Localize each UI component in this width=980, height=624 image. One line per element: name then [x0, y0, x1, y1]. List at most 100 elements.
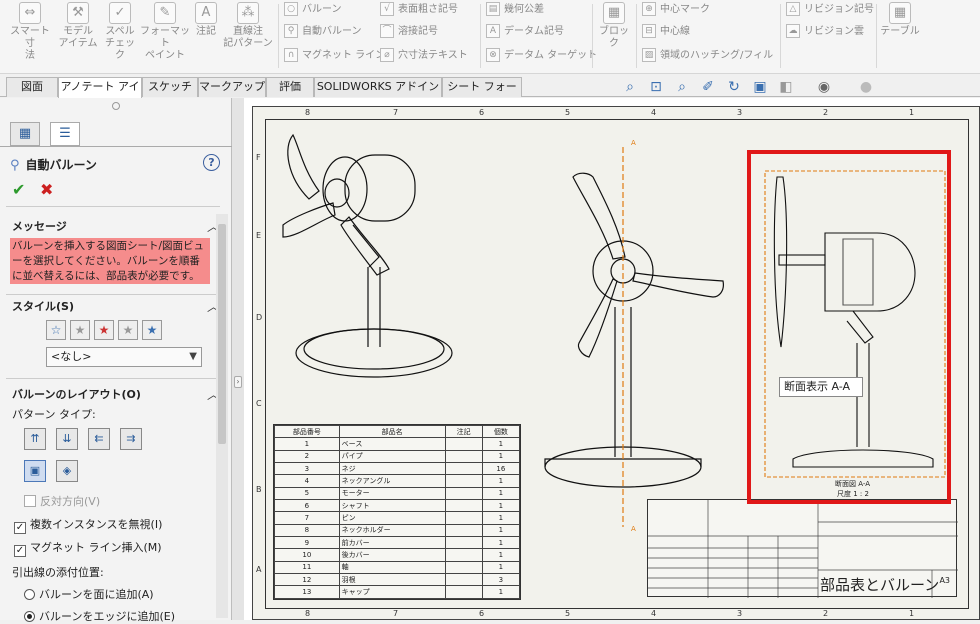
appearance-icon[interactable]: ●	[856, 78, 876, 96]
section-view-highlight	[747, 150, 951, 504]
scrollbar-thumb[interactable]	[218, 224, 226, 444]
divider	[6, 378, 220, 379]
panel-grip-icon[interactable]	[112, 102, 120, 110]
layout-section-header[interactable]: バルーンのレイアウト(O) ︿	[0, 384, 228, 404]
layout-top-button[interactable]: ⇈	[24, 428, 46, 450]
note-button[interactable]: A 注記	[192, 2, 220, 38]
model-items-button[interactable]: ⚒ モデル アイテム	[58, 2, 98, 50]
tab-annotation[interactable]: アノテート アイテム	[58, 77, 142, 111]
table-row[interactable]: 7 ピン 1	[274, 511, 521, 525]
table-row[interactable]: 1 ベース 1	[274, 437, 521, 451]
center-mark-button[interactable]: ⊕ 中心マーク	[642, 2, 710, 18]
table-row[interactable]: 9 前カバー 1	[274, 536, 521, 550]
layout-left-button[interactable]: ⇇	[88, 428, 110, 450]
layout-circular-button[interactable]: ◈	[56, 460, 78, 482]
revision-symbol-button[interactable]: △ リビジョン記号	[786, 2, 874, 18]
centerline-icon: ⊟	[642, 24, 656, 38]
smart-dimension-button[interactable]: ⇔ スマート寸法	[8, 2, 52, 62]
ribbon-separator	[876, 4, 877, 68]
balloon-button[interactable]: ○ バルーン	[284, 2, 342, 18]
block-button[interactable]: ▦ ブロック	[598, 2, 630, 50]
table-row[interactable]: 11 軸 1	[274, 560, 521, 575]
style-select[interactable]: <なし> ▼	[46, 347, 202, 367]
title-block[interactable]: 部品表とバルーン A3	[647, 499, 958, 598]
attach-to-face-radio[interactable]: バルーンを面に追加(A)	[24, 586, 154, 602]
property-manager-tab[interactable]: ☰	[50, 122, 80, 146]
table-row[interactable]: 3 ネジ 16	[274, 462, 521, 476]
layout-left-icon: ⇇	[94, 432, 104, 445]
load-style-button[interactable]: ★	[142, 320, 162, 340]
cancel-button[interactable]: ✖	[40, 180, 53, 199]
help-button[interactable]: ?	[203, 154, 220, 171]
layout-square-button[interactable]: ▣	[24, 460, 46, 482]
magnetic-line-button[interactable]: ∩ マグネット ライン	[284, 48, 385, 64]
display-style-icon[interactable]: ▣	[750, 78, 770, 96]
insert-magnetic-line-checkbox[interactable]: ✓ マグネット ライン挿入(M)	[14, 539, 162, 557]
magnet-icon: ∩	[284, 48, 298, 62]
radio-icon	[24, 589, 35, 600]
table-row[interactable]: 2 パイプ 1	[274, 449, 521, 464]
hide-show-icon[interactable]: ◧	[776, 78, 796, 96]
tab-markup[interactable]: マークアップ	[198, 77, 266, 97]
geometric-tolerance-button[interactable]: ▤ 幾何公差	[486, 2, 544, 18]
message-section-header[interactable]: メッセージ ︿	[0, 216, 228, 236]
zoom-area-icon[interactable]: ⊡	[646, 78, 666, 96]
tab-sketch[interactable]: スケッチ	[142, 77, 198, 97]
datum-feature-button[interactable]: A データム記号	[486, 24, 564, 40]
reverse-direction-checkbox[interactable]: 反対方向(V)	[24, 493, 100, 509]
table-row[interactable]: 10 後カバー 1	[274, 548, 521, 562]
datum-target-button[interactable]: ⊗ データム ターゲット	[486, 48, 597, 64]
hole-callout-button[interactable]: ⌀ 穴寸法テキスト	[380, 48, 468, 64]
panel-scrollbar[interactable]	[216, 214, 228, 618]
delete-style-button[interactable]: ★	[94, 320, 114, 340]
spell-check-button[interactable]: ✓ スペル チェック	[102, 2, 138, 62]
table-row[interactable]: 5 モーター 1	[274, 486, 521, 501]
centerline-button[interactable]: ⊟ 中心線	[642, 24, 690, 40]
tab-divider	[0, 146, 232, 147]
collapse-panel-icon[interactable]: ›	[234, 376, 242, 388]
table-row[interactable]: 12 羽根 3	[274, 573, 521, 587]
table-row[interactable]: 4 ネックアングル 1	[274, 474, 521, 488]
area-hatch-button[interactable]: ▨ 領域のハッチング/フィル	[642, 48, 773, 64]
rotate-icon[interactable]: ↻	[724, 78, 744, 96]
front-view	[544, 147, 724, 527]
format-painter-button[interactable]: ✎ フォーマット ペイント	[140, 2, 190, 62]
property-list-icon: ☰	[59, 126, 71, 141]
layout-right-icon: ⇉	[126, 432, 136, 445]
auto-balloon-button[interactable]: ⚲ 自動バルーン	[284, 24, 362, 40]
update-style-button[interactable]: ★	[70, 320, 90, 340]
ribbon-separator	[278, 4, 279, 68]
divider	[6, 294, 220, 295]
table-row[interactable]: 6 シャフト 1	[274, 499, 521, 513]
feature-tree-tab[interactable]: ▦	[10, 122, 40, 146]
zoom-to-fit-icon[interactable]: ⌕	[620, 78, 640, 96]
panel-splitter[interactable]: ›	[232, 98, 244, 620]
sketch-tool-icon[interactable]: ✐	[698, 78, 718, 96]
surface-finish-button[interactable]: √ 表面粗さ記号	[380, 2, 458, 18]
ok-button[interactable]: ✔	[12, 180, 25, 199]
attach-to-edge-radio[interactable]: バルーンをエッジに追加(E)	[24, 608, 175, 624]
view-settings-icon[interactable]: ◉	[814, 78, 834, 96]
layout-right-button[interactable]: ⇉	[120, 428, 142, 450]
add-style-button[interactable]: ☆	[46, 320, 66, 340]
layout-circular-icon: ◈	[62, 464, 72, 477]
layout-bottom-button[interactable]: ⇊	[56, 428, 78, 450]
tab-evaluate[interactable]: 評価	[266, 77, 314, 97]
table-row[interactable]: 13 キャップ 1	[274, 585, 521, 599]
revision-cloud-button[interactable]: ☁ リビジョン雲	[786, 24, 864, 40]
ignore-multiple-instances-checkbox[interactable]: ✓ 複数インスタンスを無視(I)	[14, 516, 162, 534]
revision-cloud-icon: ☁	[786, 24, 800, 38]
tab-sheet-format[interactable]: シート フォーマット	[442, 77, 522, 111]
table-row[interactable]: 8 ネックホルダー 1	[274, 523, 521, 538]
weld-symbol-button[interactable]: ⌒ 溶接記号	[380, 24, 438, 40]
tab-drawing[interactable]: 図面	[6, 77, 58, 97]
tab-addins[interactable]: SOLIDWORKS アドイン	[314, 77, 442, 97]
spell-check-icon: ✓	[109, 2, 131, 24]
load-style-icon: ★	[146, 323, 158, 337]
previous-view-icon[interactable]: ⌕	[672, 78, 692, 96]
style-section-header[interactable]: スタイル(S) ︿	[0, 296, 228, 316]
bill-of-materials[interactable]: 部品番号 部品名 注記 個数 1 ベース 1 2 パイプ 1 3 ネジ 16 4 ネックアング…	[273, 424, 521, 600]
save-style-button[interactable]: ★	[118, 320, 138, 340]
table-button[interactable]: ▦ テーブル	[880, 2, 920, 38]
linear-note-pattern-button[interactable]: ⁂ 直線注 記パターン	[222, 2, 274, 50]
